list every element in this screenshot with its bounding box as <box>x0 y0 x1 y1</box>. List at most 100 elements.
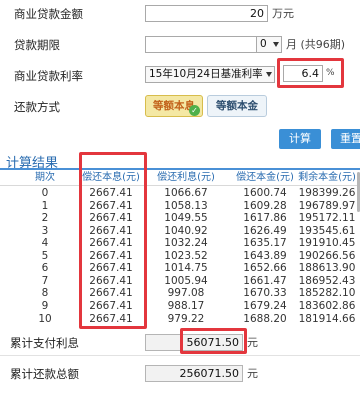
table-cell: 1040.92 <box>164 224 208 237</box>
table-row: 3 2667.41 1040.92 1626.49 193545.61 <box>0 225 360 238</box>
months-value: 0 <box>260 38 267 50</box>
repayment-method-label: 还款方式 <box>14 100 60 114</box>
total-payment-unit: 元 <box>247 367 258 380</box>
rate-option-value: 15年10月24日基准利率 <box>149 68 263 80</box>
table-cell: 2667.41 <box>89 212 133 225</box>
table-cell: 1014.75 <box>164 262 208 275</box>
table-cell: 988.17 <box>167 299 205 312</box>
chevron-down-icon <box>273 42 279 47</box>
total-payment-label: 累计还款总额 <box>10 367 79 381</box>
column-header: 偿还利息(元) <box>157 172 215 183</box>
loan-amount-input[interactable]: 20 <box>145 5 268 22</box>
table-row: 1 2667.41 1058.13 1609.28 196789.97 <box>0 200 360 213</box>
table-cell: 2667.41 <box>89 187 133 199</box>
table-row: 4 2667.41 1032.24 1635.17 191910.45 <box>0 237 360 250</box>
table-cell: 10 <box>38 312 52 325</box>
table-cell: 198399.26 <box>298 187 356 199</box>
table-cell: 2667.41 <box>89 237 133 250</box>
table-cell: 2667.41 <box>89 224 133 237</box>
table-cell: 186952.43 <box>298 274 356 287</box>
table-cell: 1661.47 <box>243 274 287 287</box>
table-cell: 2667.41 <box>89 274 133 287</box>
table-row: 10 2667.41 979.22 1688.20 181914.66 <box>0 313 360 326</box>
table-cell: 191910.45 <box>298 237 356 250</box>
table-cell: 1643.89 <box>243 249 287 262</box>
chevron-down-icon <box>266 72 272 77</box>
table-cell: 5 <box>41 249 49 262</box>
table-cell: 195172.11 <box>298 212 356 225</box>
table-row: 0 2667.41 1066.67 1600.74 198399.26 <box>0 187 360 200</box>
table-cell: 1032.24 <box>164 237 208 250</box>
table-cell: 1049.55 <box>164 212 208 225</box>
table-cell: 1617.86 <box>243 212 287 225</box>
table-cell: 2667.41 <box>89 262 133 275</box>
table-cell: 1679.24 <box>243 299 287 312</box>
table-cell: 196789.97 <box>298 199 356 212</box>
table-cell: 997.08 <box>167 287 205 300</box>
table-cell: 1058.13 <box>164 199 208 212</box>
total-interest-label: 累计支付利息 <box>10 336 79 350</box>
table-row: 7 2667.41 1005.94 1661.47 186952.43 <box>0 275 360 288</box>
total-payment-value: 256071.50 <box>145 365 243 382</box>
table-row: 9 2667.41 988.17 1679.24 183602.86 <box>0 300 360 313</box>
table-cell: 8 <box>41 287 49 300</box>
rate-option-select[interactable]: 15年10月24日基准利率 <box>145 66 275 83</box>
table-cell: 1670.33 <box>243 287 287 300</box>
table-cell: 190266.56 <box>298 249 356 262</box>
table-cell: 9 <box>41 299 49 312</box>
results-table: 期次 偿还本息(元) 偿还利息(元) 偿还本金(元) 剩余本金(元) 0 2667… <box>0 170 360 325</box>
loan-amount-label: 商业贷款金额 <box>14 7 83 21</box>
table-cell: 2667.41 <box>89 287 133 300</box>
table-cell: 2 <box>41 212 49 225</box>
table-cell: 4 <box>41 237 49 250</box>
total-interest-value: 56071.50 <box>145 334 243 351</box>
loan-amount-unit: 万元 <box>272 7 294 20</box>
loan-term-years-input[interactable]: 8 <box>145 36 268 53</box>
table-cell: 185282.10 <box>298 287 356 300</box>
table-cell: 2667.41 <box>89 199 133 212</box>
column-header: 偿还本息(元) <box>82 172 140 183</box>
table-cell: 3 <box>41 224 49 237</box>
table-cell: 188613.90 <box>298 262 356 275</box>
table-header: 期次 偿还本息(元) 偿还利息(元) 偿还本金(元) 剩余本金(元) <box>0 172 360 185</box>
column-header: 剩余本金(元) <box>298 172 356 183</box>
table-cell: 1005.94 <box>164 274 208 287</box>
repayment-method-toggle: 等额本息 ✓ 等额本金 <box>145 95 270 119</box>
check-icon: ✓ <box>189 105 200 116</box>
table-cell: 181914.66 <box>298 312 356 325</box>
reset-button[interactable]: 重置 <box>331 129 360 149</box>
table-cell: 1609.28 <box>243 199 287 212</box>
table-cell: 2667.41 <box>89 299 133 312</box>
table-row: 5 2667.41 1023.52 1643.89 190266.56 <box>0 250 360 263</box>
table-cell: 1688.20 <box>243 312 287 325</box>
interest-rate-input[interactable]: 6.4 <box>283 65 323 82</box>
table-cell: 193545.61 <box>298 224 356 237</box>
column-header: 期次 <box>35 172 55 183</box>
table-cell: 1652.66 <box>243 262 287 275</box>
totals-divider <box>0 355 360 356</box>
table-cell: 6 <box>41 262 49 275</box>
table-cell: 1600.74 <box>243 187 287 199</box>
table-cell: 1 <box>41 199 49 212</box>
table-cell: 2667.41 <box>89 312 133 325</box>
table-cell: 1635.17 <box>243 237 287 250</box>
table-cell: 2667.41 <box>89 249 133 262</box>
total-interest-unit: 元 <box>247 336 258 349</box>
table-cell: 1626.49 <box>243 224 287 237</box>
loan-term-label: 贷款期限 <box>14 38 60 52</box>
table-cell: 1066.67 <box>164 187 208 199</box>
equal-principal-button[interactable]: 等额本金 <box>207 95 267 117</box>
column-header: 偿还本金(元) <box>236 172 294 183</box>
table-cell: 0 <box>41 187 49 199</box>
table-row: 8 2667.41 997.08 1670.33 185282.10 <box>0 287 360 300</box>
table-cell: 1023.52 <box>164 249 208 262</box>
table-row: 6 2667.41 1014.75 1652.66 188613.90 <box>0 262 360 275</box>
calculate-button[interactable]: 计算 <box>279 129 321 149</box>
interest-rate-label: 商业贷款利率 <box>14 69 83 83</box>
months-dropdown[interactable]: 0 <box>256 36 282 53</box>
table-cell: 7 <box>41 274 49 287</box>
table-cell: 183602.86 <box>298 299 356 312</box>
loan-term-months-unit: 月 (共96期) <box>286 38 346 51</box>
table-cell: 979.22 <box>167 312 205 325</box>
table-row: 2 2667.41 1049.55 1617.86 195172.11 <box>0 212 360 225</box>
